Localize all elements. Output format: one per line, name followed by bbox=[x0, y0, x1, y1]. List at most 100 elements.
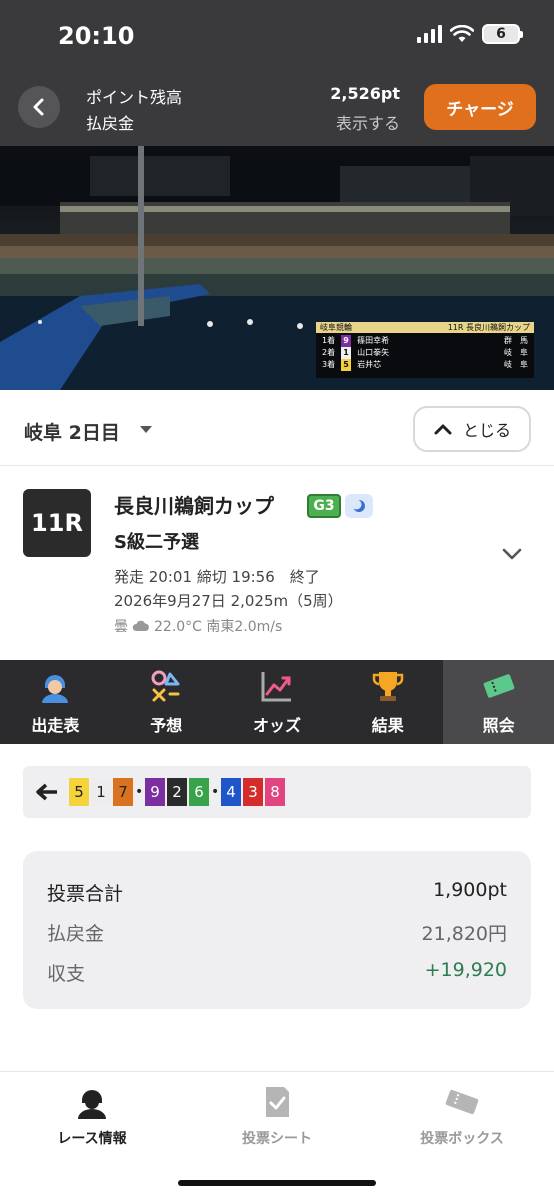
trophy-icon bbox=[372, 672, 404, 701]
race-info[interactable]: 11R 長良川鵜飼カップ G3 S級二予選 発走 20:01 締切 19:56 … bbox=[0, 466, 554, 660]
result-overlay: 岐阜競輪 11R 長良川鵜飼カップ 1着 9 篠田幸希群 馬 2着 1 山口拳矢岐 阜 3着… bbox=[316, 322, 534, 378]
nav-race-info-label: レース情報 bbox=[57, 1131, 127, 1147]
race-class: S級二予選 bbox=[114, 532, 199, 553]
day-label[interactable]: 岐阜 2日目 bbox=[24, 418, 120, 445]
overlay-racer-name: 岩井芯 bbox=[357, 360, 382, 369]
night-race-icon bbox=[345, 494, 373, 518]
overlay-bike-number: 9 bbox=[341, 335, 352, 347]
nav-bet-box-label: 投票ボックス bbox=[420, 1131, 504, 1147]
overlay-result-row: 3着 5 岩井芯 岐 阜 bbox=[322, 359, 528, 371]
back-button[interactable] bbox=[18, 86, 60, 128]
lineup-bar: 5 1 7 • 9 2 6 • 4 3 8 bbox=[23, 766, 531, 818]
bike-number-chip: 6 bbox=[189, 778, 209, 806]
charge-button[interactable]: チャージ bbox=[424, 84, 536, 130]
bet-total-label: 投票合計 bbox=[47, 883, 124, 905]
tab-prediction-label: 予想 bbox=[150, 716, 183, 735]
overlay-place: 1着 bbox=[322, 336, 336, 345]
ticket-icon bbox=[483, 674, 514, 698]
wifi-icon bbox=[450, 25, 474, 42]
racer-icon bbox=[78, 1090, 106, 1119]
line-separator: • bbox=[211, 784, 220, 800]
overlay-place: 3着 bbox=[322, 360, 336, 369]
tab-odds-label: オッズ bbox=[252, 716, 301, 735]
race-date-distance: 2026年9月27日 2,025m（5周） bbox=[114, 592, 343, 610]
overlay-venue: 岐阜競輪 bbox=[320, 323, 352, 332]
balance-label: 収支 bbox=[47, 963, 86, 985]
chevron-up-icon bbox=[434, 424, 452, 435]
battery-icon: 6 bbox=[482, 24, 523, 44]
overlay-result-row: 2着 1 山口拳矢 岐 阜 bbox=[322, 347, 528, 359]
racer-icon bbox=[42, 675, 69, 703]
overlay-racer-pref: 群 馬 bbox=[504, 336, 528, 345]
overlay-place: 2着 bbox=[322, 348, 336, 357]
app-header: 20:10 6 ポイント残高 払戻金 2,526pt 表示する チャージ bbox=[0, 0, 554, 146]
status-icons: 6 bbox=[417, 24, 523, 44]
bike-number-chip: 2 bbox=[167, 778, 187, 806]
line-separator: • bbox=[135, 784, 144, 800]
bike-number-chip: 7 bbox=[113, 778, 133, 806]
bike-number-chip: 9 bbox=[145, 778, 165, 806]
payout-row-label: 払戻金 bbox=[47, 923, 105, 945]
tab-prediction[interactable]: 予想 bbox=[111, 660, 222, 744]
chevron-left-icon bbox=[33, 98, 44, 116]
status-time: 20:10 bbox=[58, 22, 135, 50]
bike-number-chip: 8 bbox=[265, 778, 285, 806]
battery-level: 6 bbox=[496, 26, 506, 42]
nav-bet-sheet[interactable]: 投票シート bbox=[185, 1084, 369, 1148]
day-selector-row: 岐阜 2日目 とじる bbox=[0, 390, 554, 466]
points-value: 2,526pt bbox=[330, 84, 400, 103]
tab-entries-label: 出走表 bbox=[31, 716, 80, 735]
caret-down-icon[interactable] bbox=[140, 426, 152, 433]
tab-inquiry[interactable]: 照会 bbox=[443, 660, 554, 744]
tab-results[interactable]: 結果 bbox=[332, 660, 443, 744]
bike-number-chip: 4 bbox=[221, 778, 241, 806]
race-video[interactable]: 岐阜競輪 11R 長良川鵜飼カップ 1着 9 篠田幸希群 馬 2着 1 山口拳矢岐 阜 3着… bbox=[0, 146, 554, 390]
cloud-icon bbox=[132, 620, 149, 631]
points-label: ポイント残高 bbox=[86, 88, 183, 107]
close-button[interactable]: とじる bbox=[413, 406, 531, 452]
payout-label: 払戻金 bbox=[86, 114, 135, 133]
overlay-rows: 1着 9 篠田幸希群 馬 2着 1 山口拳矢岐 阜 3着 5 岩井芯岐 阜 bbox=[322, 335, 528, 371]
overlay-bike-number: 5 bbox=[341, 359, 352, 371]
lineup-chips: 5 1 7 • 9 2 6 • 4 3 8 bbox=[69, 778, 287, 806]
close-button-label: とじる bbox=[462, 421, 511, 440]
bet-total-row: 投票合計 1,900pt bbox=[47, 879, 507, 906]
weather-detail: 22.0°C 南東2.0m/s bbox=[154, 619, 283, 635]
weather-label: 曇 bbox=[114, 619, 128, 635]
payout-row: 払戻金 21,820円 bbox=[47, 919, 507, 946]
race-number-badge: 11R bbox=[23, 489, 91, 557]
race-start-time: 発走 20:01 締切 19:56 終了 bbox=[114, 568, 320, 586]
show-payout-link[interactable]: 表示する bbox=[336, 110, 400, 134]
odds-chart-icon bbox=[261, 672, 291, 702]
signal-icon bbox=[417, 25, 442, 43]
chevron-down-icon[interactable] bbox=[500, 546, 524, 562]
bet-summary: 投票合計 1,900pt 払戻金 21,820円 収支 +19,920 bbox=[23, 851, 531, 1009]
ticket-box-icon bbox=[445, 1089, 479, 1115]
bet-total-value: 1,900pt bbox=[433, 879, 507, 901]
tab-odds[interactable]: オッズ bbox=[222, 660, 333, 744]
balance-row: 収支 +19,920 bbox=[47, 959, 507, 986]
grade-badge: G3 bbox=[307, 494, 341, 518]
prediction-icon bbox=[151, 670, 180, 702]
race-title: 長良川鵜飼カップ bbox=[114, 494, 274, 518]
overlay-racer-name: 篠田幸希 bbox=[357, 336, 390, 345]
tab-entries[interactable]: 出走表 bbox=[0, 660, 111, 744]
bike-number-chip: 3 bbox=[243, 778, 263, 806]
tab-inquiry-label: 照会 bbox=[482, 716, 515, 735]
overlay-race: 11R 長良川鵜飼カップ bbox=[447, 323, 530, 332]
home-indicator[interactable] bbox=[178, 1180, 376, 1186]
overlay-racer-pref: 岐 阜 bbox=[504, 360, 528, 369]
check-sheet-icon bbox=[266, 1087, 289, 1117]
race-weather: 曇 22.0°C 南東2.0m/s bbox=[114, 616, 282, 636]
payout-row-value: 21,820円 bbox=[421, 923, 507, 945]
balance-value: +19,920 bbox=[424, 959, 507, 981]
tab-results-label: 結果 bbox=[371, 716, 404, 735]
overlay-result-row: 1着 9 篠田幸希 群 馬 bbox=[322, 335, 528, 347]
overlay-racer-pref: 岐 阜 bbox=[504, 348, 528, 357]
overlay-racer-name: 山口拳矢 bbox=[357, 348, 390, 357]
arrow-left-icon bbox=[36, 783, 57, 801]
nav-race-info[interactable]: レース情報 bbox=[0, 1084, 184, 1148]
overlay-bike-number: 1 bbox=[341, 347, 352, 359]
overlay-header: 岐阜競輪 11R 長良川鵜飼カップ bbox=[316, 322, 534, 333]
nav-bet-box[interactable]: 投票ボックス bbox=[370, 1084, 554, 1148]
